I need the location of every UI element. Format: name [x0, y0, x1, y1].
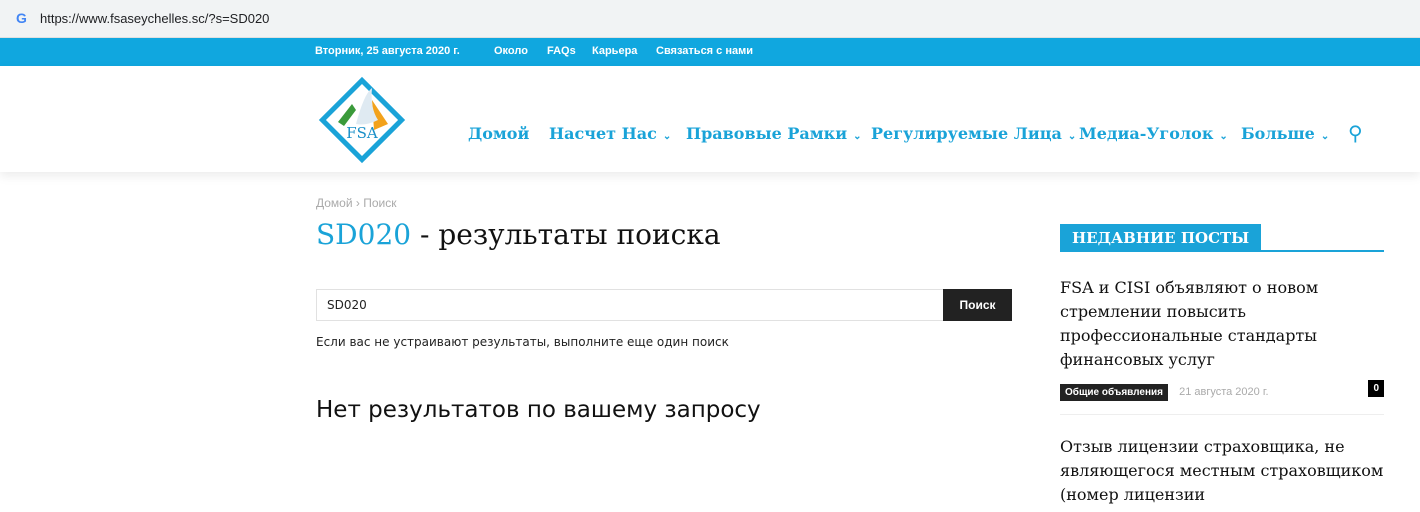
post-title[interactable]: FSA и CISI объявляют о новом стремлении …: [1060, 276, 1384, 372]
widget-heading: НЕДАВНИЕ ПОСТЫ: [1060, 224, 1262, 252]
page-title: SD020 - результаты поиска: [316, 218, 721, 251]
nav-legal-framework[interactable]: Правовые Рамки ⌄: [686, 124, 861, 143]
top-link-about[interactable]: Около: [494, 45, 528, 57]
breadcrumb-current: Поиск: [363, 196, 397, 210]
site-header: FSA Домой Насчет Нас ⌄ Правовые Рамки ⌄ Ре…: [0, 66, 1420, 172]
post-title[interactable]: Отзыв лицензии страховщика, не являющего…: [1060, 435, 1384, 507]
nav-home[interactable]: Домой: [468, 124, 529, 143]
nav-regulated-entities[interactable]: Регулируемые Лица ⌄: [871, 124, 1076, 143]
browser-address-bar[interactable]: G https://www.fsaseychelles.sc/?s=SD020: [0, 0, 1420, 38]
top-bar: Вторник, 25 августа 2020 г. Около FAQs К…: [0, 38, 1420, 66]
top-link-contact[interactable]: Связаться с нами: [656, 45, 753, 57]
top-link-faqs[interactable]: FAQs: [547, 45, 576, 57]
search-button[interactable]: Поиск: [943, 289, 1012, 321]
post-date: 21 августа 2020 г.: [1179, 386, 1269, 398]
current-date: Вторник, 25 августа 2020 г.: [315, 45, 460, 57]
chevron-down-icon: ⌄: [853, 131, 862, 142]
top-link-careers[interactable]: Карьера: [592, 45, 637, 57]
breadcrumb-home[interactable]: Домой: [316, 196, 353, 210]
svg-text:FSA: FSA: [346, 124, 378, 142]
search-input[interactable]: [316, 289, 944, 321]
nav-more[interactable]: Больше ⌄: [1241, 124, 1329, 143]
chevron-down-icon: ⌄: [662, 131, 672, 142]
chevron-down-icon: ⌄: [1320, 131, 1330, 142]
search-query: SD020: [316, 218, 412, 251]
fsa-logo[interactable]: FSA: [316, 74, 408, 166]
search-hint: Если вас не устраивают результаты, выпол…: [316, 335, 729, 349]
url-text[interactable]: https://www.fsaseychelles.sc/?s=SD020: [40, 11, 269, 26]
divider: [1060, 414, 1384, 415]
chevron-down-icon: ⌄: [1219, 131, 1228, 142]
breadcrumb: Домой › Поиск: [316, 196, 397, 210]
nav-media-corner[interactable]: Медиа-Уголок ⌄: [1079, 124, 1228, 143]
recent-posts-widget: НЕДАВНИЕ ПОСТЫ FSA и CISI объявляют о но…: [1060, 224, 1384, 507]
post-category[interactable]: Общие объявления: [1060, 384, 1168, 401]
search-icon[interactable]: ⚲: [1348, 121, 1363, 145]
comment-count[interactable]: 0: [1368, 380, 1384, 397]
no-results-message: Нет результатов по вашему запросу: [316, 397, 761, 423]
nav-about[interactable]: Насчет Нас ⌄: [549, 124, 671, 143]
google-icon: G: [16, 10, 27, 26]
chevron-down-icon: ⌄: [1067, 131, 1077, 142]
